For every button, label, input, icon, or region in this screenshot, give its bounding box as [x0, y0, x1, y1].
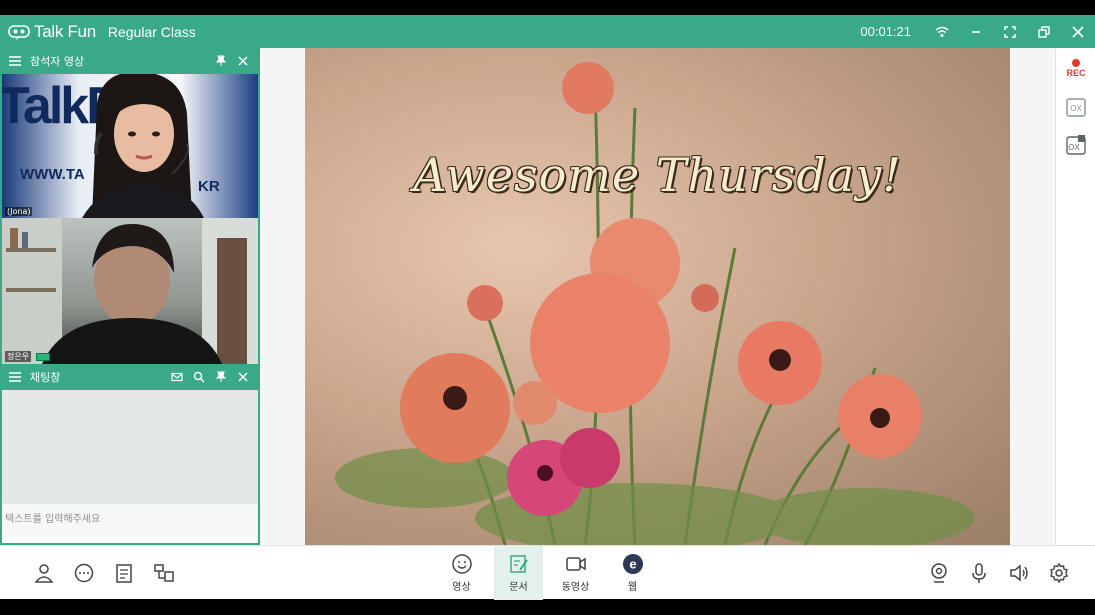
record-label: REC — [1066, 67, 1086, 78]
layout-button[interactable] — [144, 546, 184, 600]
audio-level-indicator — [36, 353, 50, 361]
tab-video-label: 영상 — [452, 582, 471, 593]
chat-bubble-icon — [74, 563, 94, 583]
flower-bouquet-image — [335, 62, 975, 545]
tab-movie-label: 동영상 — [561, 582, 590, 593]
notes-button[interactable] — [104, 546, 144, 600]
fullscreen-button[interactable] — [993, 15, 1027, 48]
record-dot-icon — [1072, 58, 1080, 67]
tab-video[interactable]: 영상 — [437, 546, 486, 600]
teacher-figure — [82, 74, 204, 218]
ox-quiz-icon: OX — [1066, 98, 1086, 117]
ox-result-label: OX — [1068, 143, 1080, 152]
left-panel: 참석자 영상 TalkFun WWW.TA KR (Jona) 정은우 채팅창 … — [0, 48, 260, 545]
chat-panel-title: 채팅창 — [30, 371, 61, 384]
video-camera-icon — [565, 557, 586, 571]
ox-result-icon: OX — [1066, 135, 1086, 155]
restore-button[interactable] — [1027, 15, 1061, 48]
layout-icon — [154, 564, 174, 582]
video-panel-title: 참석자 영상 — [30, 55, 85, 68]
title-bar: Talk Fun Regular Class 00:01:21 — [0, 15, 1095, 48]
right-toolbar: REC OX OX — [1055, 48, 1095, 545]
wifi-signal-icon — [925, 15, 959, 48]
camera-button[interactable] — [919, 546, 959, 600]
mail-icon[interactable] — [166, 364, 188, 390]
session-timer: 00:01:21 — [860, 24, 911, 39]
record-button[interactable]: REC — [1056, 48, 1095, 88]
ox-quiz-button[interactable]: OX — [1056, 88, 1095, 126]
chat-input[interactable]: 텍스트를 입력해주세요 — [2, 503, 258, 537]
tab-document[interactable]: 문서 — [494, 546, 543, 600]
webcam-icon — [931, 563, 947, 583]
content-tabs: 영상 문서 동영상 e 웹 — [437, 546, 665, 600]
teacher-video[interactable]: TalkFun WWW.TA KR (Jona) — [2, 74, 258, 218]
student-figure — [42, 223, 222, 364]
close-button[interactable] — [1061, 15, 1095, 48]
gear-icon — [1050, 562, 1068, 584]
app-window: Talk Fun Regular Class 00:01:21 참석자 영상 T… — [0, 15, 1095, 600]
tab-web-label: 웹 — [627, 582, 638, 593]
chat-messages[interactable] — [2, 390, 258, 503]
microphone-button[interactable] — [959, 546, 999, 600]
close-icon[interactable] — [232, 48, 254, 74]
notepad-icon — [116, 564, 132, 583]
participant-name-tag: (Jona) — [5, 207, 33, 216]
class-name: Regular Class — [107, 23, 196, 40]
participants-button[interactable] — [24, 546, 64, 600]
smiley-icon — [451, 554, 472, 574]
bottom-toolbar: 영상 문서 동영상 e 웹 — [0, 545, 1095, 600]
settings-button[interactable] — [1039, 546, 1079, 600]
tab-web[interactable]: e 웹 — [608, 546, 657, 600]
document-slide[interactable]: Awesome Thursday! — [305, 48, 1010, 545]
slide-title: Awesome Thursday! — [413, 148, 902, 202]
document-icon — [509, 555, 528, 573]
speaker-icon — [1010, 564, 1028, 582]
chat-panel-header: 채팅창 — [2, 364, 258, 390]
tab-document-label: 문서 — [509, 582, 528, 593]
minimize-button[interactable] — [959, 15, 993, 48]
tab-movie[interactable]: 동영상 — [551, 546, 600, 600]
pin-icon-chat[interactable] — [210, 364, 232, 390]
search-icon[interactable] — [188, 364, 210, 390]
ox-result-button[interactable]: OX — [1056, 126, 1095, 164]
speaker-button[interactable] — [999, 546, 1039, 600]
user-icon — [34, 564, 54, 583]
menu-icon[interactable] — [8, 55, 22, 67]
ox-quiz-label: OX — [1070, 104, 1082, 113]
pin-icon[interactable] — [210, 48, 232, 74]
svg-text:e: e — [629, 557, 636, 572]
participant-name-tag-2: 정은우 — [5, 351, 32, 362]
close-icon-chat[interactable] — [232, 364, 254, 390]
chat-button[interactable] — [64, 546, 104, 600]
menu-icon-chat[interactable] — [8, 371, 22, 383]
video-panel-header: 참석자 영상 — [2, 48, 258, 74]
student-video[interactable]: 정은우 — [2, 218, 258, 364]
logo-text: Talk Fun — [34, 21, 96, 41]
app-logo: Talk Fun — [8, 22, 96, 42]
talkfun-logo-icon — [8, 24, 30, 40]
web-e-icon: e — [622, 554, 643, 574]
microphone-icon — [972, 563, 986, 583]
